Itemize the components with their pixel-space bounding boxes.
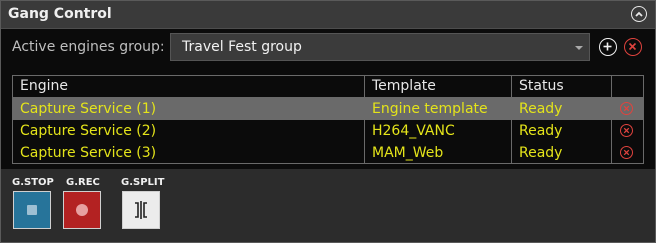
delete-circle-icon <box>628 42 637 51</box>
column-header-engine[interactable]: Engine <box>13 76 365 97</box>
status-cell: Ready <box>512 98 612 120</box>
delete-group-button[interactable] <box>624 38 642 56</box>
table-row[interactable]: Capture Service (1) Engine template Read… <box>13 98 643 120</box>
remove-engine-button[interactable] <box>620 146 633 159</box>
engine-cell: Capture Service (3) <box>13 142 365 164</box>
gang-split-button[interactable] <box>122 191 160 229</box>
column-header-template[interactable]: Template <box>365 76 512 97</box>
gang-rec-label: G.REC <box>66 177 100 188</box>
add-group-button[interactable] <box>599 38 617 56</box>
row-actions-cell <box>612 120 643 142</box>
add-circle-icon <box>603 42 612 51</box>
engine-cell: Capture Service (2) <box>13 120 365 142</box>
delete-circle-icon <box>623 149 630 156</box>
active-group-label: Active engines group: <box>12 39 165 55</box>
table-row[interactable]: Capture Service (3) MAM_Web Ready <box>13 142 643 164</box>
table-row[interactable]: Capture Service (2) H264_VANC Ready <box>13 120 643 142</box>
engine-cell: Capture Service (1) <box>13 98 365 120</box>
active-group-select[interactable]: Travel Fest group <box>170 33 590 61</box>
remove-engine-button[interactable] <box>620 102 633 115</box>
stop-icon <box>27 205 37 215</box>
gang-stop-button[interactable] <box>13 191 51 229</box>
row-actions-cell <box>612 142 643 164</box>
delete-circle-icon <box>623 127 630 134</box>
gang-split-label: G.SPLIT <box>121 177 165 188</box>
column-header-actions <box>612 76 643 97</box>
delete-circle-icon <box>623 105 630 112</box>
chevron-down-icon <box>575 46 583 50</box>
panel-header: Gang Control <box>1 1 655 29</box>
column-header-status[interactable]: Status <box>512 76 612 97</box>
status-cell: Ready <box>512 142 612 164</box>
template-cell: MAM_Web <box>365 142 512 164</box>
gang-control-panel: Gang Control Active engines group: Trave… <box>0 0 656 243</box>
split-icon <box>135 201 147 219</box>
engines-table: Engine Template Status Capture Service (… <box>12 75 644 164</box>
record-icon <box>76 204 88 216</box>
table-header: Engine Template Status <box>13 76 643 98</box>
gang-stop-label: G.STOP <box>12 177 54 188</box>
row-actions-cell <box>612 98 643 120</box>
template-cell: H264_VANC <box>365 120 512 142</box>
remove-engine-button[interactable] <box>620 124 633 137</box>
panel-content: Active engines group: Travel Fest group … <box>1 29 655 169</box>
active-group-value: Travel Fest group <box>182 39 302 55</box>
collapse-up-icon[interactable] <box>631 6 647 22</box>
gang-rec-button[interactable] <box>63 191 101 229</box>
panel-title: Gang Control <box>8 6 112 22</box>
template-cell: Engine template <box>365 98 512 120</box>
status-cell: Ready <box>512 120 612 142</box>
